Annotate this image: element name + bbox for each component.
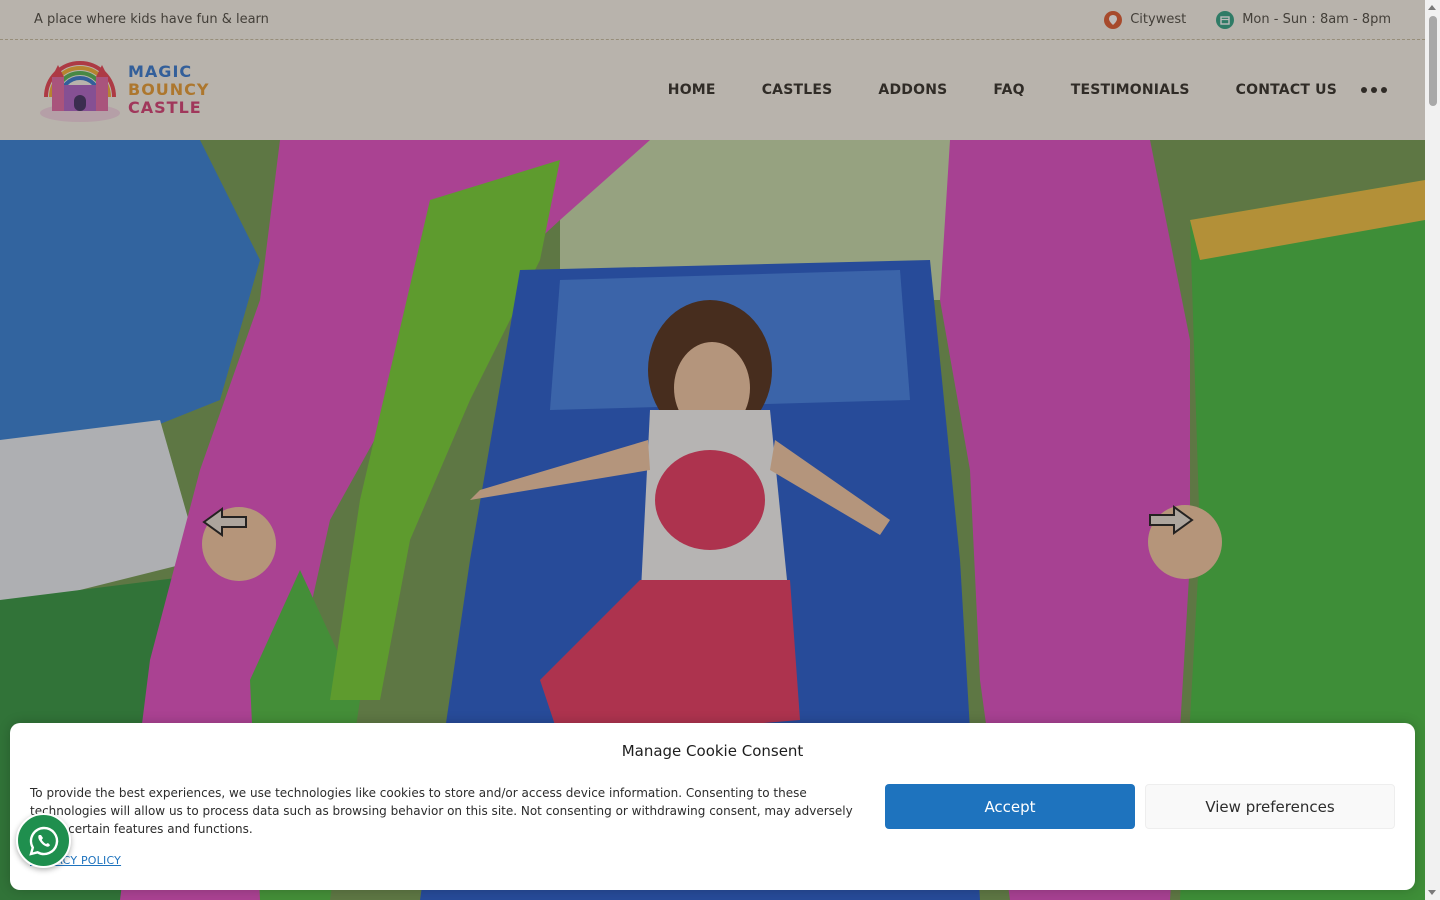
scroll-up-icon[interactable]: [1428, 5, 1436, 10]
cookie-consent-banner: Manage Cookie Consent To provide the bes…: [10, 723, 1415, 890]
whatsapp-button[interactable]: [16, 813, 71, 868]
cookie-title: Manage Cookie Consent: [621, 742, 804, 760]
cookie-message: To provide the best experiences, we use …: [30, 786, 853, 836]
scroll-down-icon[interactable]: [1428, 890, 1436, 895]
page-scrollbar[interactable]: [1425, 0, 1440, 900]
accept-button[interactable]: Accept: [885, 784, 1135, 829]
scrollbar-thumb[interactable]: [1429, 16, 1437, 106]
view-preferences-button[interactable]: View preferences: [1145, 784, 1395, 829]
whatsapp-icon: [28, 826, 58, 856]
